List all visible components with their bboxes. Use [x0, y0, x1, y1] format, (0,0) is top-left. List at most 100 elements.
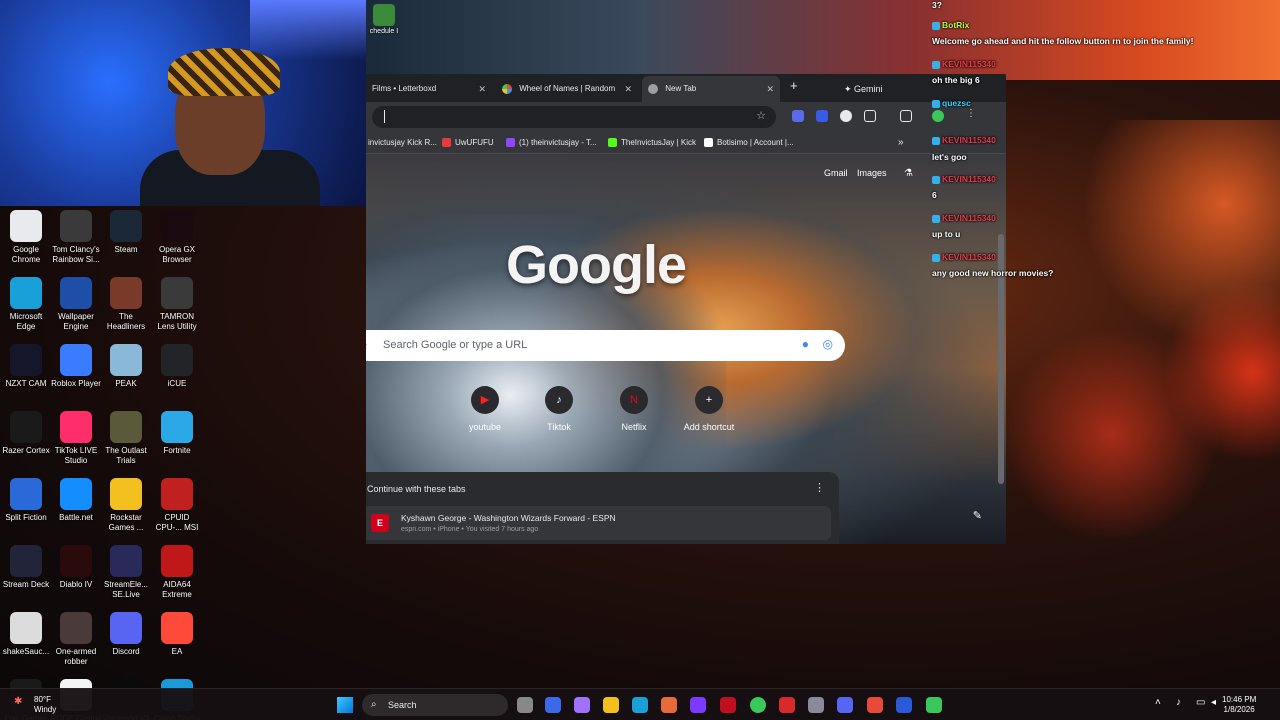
chrome-window[interactable]: Films • Letterboxd ✕ Wheel of Names | Ra…: [366, 74, 1006, 544]
edge-icon[interactable]: [632, 697, 648, 713]
voice-search-icon[interactable]: ●: [802, 337, 809, 351]
side-panel-icon[interactable]: [900, 110, 912, 122]
copilot-icon[interactable]: [574, 697, 590, 713]
gmail-link[interactable]: Gmail: [824, 168, 848, 178]
schedule-icon: [373, 4, 395, 26]
bookmarks-bar: invictusjay Kick R... UwUFUFU (1) theinv…: [366, 132, 1006, 154]
desktop-icon[interactable]: TikTok LIVE Studio: [50, 411, 102, 466]
discord-icon[interactable]: [837, 697, 853, 713]
shakesauce-icon: [10, 612, 42, 644]
chrome-icon[interactable]: [750, 697, 766, 713]
chat-username: quezsc: [932, 98, 971, 108]
desktop-icon[interactable]: Roblox Player: [50, 344, 102, 389]
desktop-icon-label: Roblox Player: [51, 379, 101, 388]
desktop-icon-label: Wallpaper Engine: [58, 312, 94, 331]
desktop-icon[interactable]: Microsoft Edge: [0, 277, 52, 332]
bookmark-botisimo[interactable]: Botisimo | Account |...: [704, 132, 794, 154]
close-tab-icon[interactable]: ✕: [478, 76, 486, 102]
desktop-icon[interactable]: One-armed robber: [50, 612, 102, 667]
extension-icon[interactable]: [792, 110, 804, 122]
bookmark-star-icon[interactable]: ☆: [756, 109, 766, 122]
extensions-puzzle-icon[interactable]: [864, 110, 876, 122]
desktop-icon[interactable]: TAMRON Lens Utility: [151, 277, 203, 332]
desktop-icon[interactable]: EA: [151, 612, 203, 657]
desktop-icon[interactable]: Opera GX Browser: [151, 210, 203, 265]
customize-pencil-icon[interactable]: ✎: [973, 509, 982, 522]
diablo-icon: [60, 545, 92, 577]
icue-icon: [161, 344, 193, 376]
gemini-button[interactable]: ✦ Gemini: [844, 80, 883, 98]
tab-wheel-of-names[interactable]: Wheel of Names | Random ✕: [496, 76, 638, 102]
desktop-icon-schedule[interactable]: chedule I: [366, 4, 402, 35]
word-icon[interactable]: [896, 697, 912, 713]
desktop-icon[interactable]: shakeSauc...: [0, 612, 52, 657]
chat-message: Welcome go ahead and hit the follow butt…: [932, 36, 1194, 46]
google-search-input[interactable]: ⌕ Search Google or type a URL ● ◎: [366, 330, 845, 361]
extension-icon[interactable]: [840, 110, 852, 122]
desktop-icon[interactable]: Razer Cortex: [0, 411, 52, 456]
youtube-icon: ▶: [471, 386, 499, 414]
add-shortcut-button[interactable]: + Add shortcut: [677, 386, 741, 432]
close-tab-icon[interactable]: ✕: [624, 76, 632, 102]
nzxt-icon[interactable]: [690, 697, 706, 713]
shortcut-tiktok[interactable]: ♪ Tiktok: [527, 386, 591, 432]
opera-gx-icon[interactable]: [720, 697, 736, 713]
taskbar-clock[interactable]: 10:46 PM 1/8/2026: [1222, 695, 1256, 715]
desktop-icon[interactable]: Discord: [100, 612, 152, 657]
settings-icon[interactable]: [808, 697, 824, 713]
camera-icon[interactable]: [661, 697, 677, 713]
desktop-icon[interactable]: Tom Clancy's Rainbow Si...: [50, 210, 102, 265]
netflix-icon: N: [620, 386, 648, 414]
desktop-icon[interactable]: Diablo IV: [50, 545, 102, 590]
desktop-icon[interactable]: Fortnite: [151, 411, 203, 456]
windows-start-icon[interactable]: [337, 697, 353, 713]
app-settings-icon[interactable]: [926, 697, 942, 713]
bookmark-twitch[interactable]: (1) theinvictusjay - T...: [506, 132, 597, 154]
task-view-icon[interactable]: [517, 697, 533, 713]
images-link[interactable]: Images: [857, 168, 887, 178]
microphone-icon[interactable]: ♪: [1176, 697, 1181, 708]
desktop-icon[interactable]: NZXT CAM: [0, 344, 52, 389]
store-icon[interactable]: [545, 697, 561, 713]
bookmark-kick-recent[interactable]: invictusjay Kick R...: [368, 132, 437, 154]
video-editor-icon[interactable]: [779, 697, 795, 713]
desktop-icon[interactable]: The Outlast Trials: [100, 411, 152, 466]
card-menu-icon[interactable]: ⋮: [814, 481, 825, 494]
tab-new-tab[interactable]: New Tab ✕: [642, 76, 780, 102]
labs-flask-icon[interactable]: ⚗: [904, 168, 913, 179]
continue-tab-item[interactable]: E Kyshawn George - Washington Wizards Fo…: [366, 506, 831, 540]
network-icon[interactable]: ▭: [1196, 697, 1205, 708]
desktop-icon[interactable]: StreamEle... SE.Live: [100, 545, 152, 600]
bookmark-kick[interactable]: TheInvictusJay | Kick: [608, 132, 696, 154]
desktop-icon[interactable]: The Headliners: [100, 277, 152, 332]
shortcut-netflix[interactable]: N Netflix: [602, 386, 666, 432]
desktop-icon[interactable]: iCUE: [151, 344, 203, 389]
desktop-icon[interactable]: Rockstar Games ...: [100, 478, 152, 533]
new-tab-button[interactable]: +: [790, 78, 798, 93]
desktop-icon[interactable]: Battle.net: [50, 478, 102, 523]
desktop-icon[interactable]: Google Chrome: [0, 210, 52, 265]
close-tab-icon[interactable]: ✕: [766, 76, 774, 102]
app-icon[interactable]: [867, 697, 883, 713]
volume-icon[interactable]: ◂: [1211, 697, 1216, 708]
desktop-icon[interactable]: AIDA64 Extreme: [151, 545, 203, 600]
desktop-icon[interactable]: Split Fiction: [0, 478, 52, 523]
tab-letterboxd[interactable]: Films • Letterboxd ✕: [366, 76, 492, 102]
chevron-up-icon[interactable]: ˄: [1155, 697, 1161, 708]
desktop-icon[interactable]: CPUID CPU-... MSI: [151, 478, 203, 533]
extension-icon[interactable]: [816, 110, 828, 122]
lens-icon[interactable]: ◎: [823, 337, 833, 351]
bookmarks-overflow-icon[interactable]: »: [898, 132, 904, 154]
bookmark-uwufufu[interactable]: UwUFUFU: [442, 132, 494, 154]
desktop-icon[interactable]: Stream Deck: [0, 545, 52, 590]
file-explorer-icon[interactable]: [603, 697, 619, 713]
desktop-icon[interactable]: PEAK: [100, 344, 152, 389]
desktop-icon[interactable]: Steam: [100, 210, 152, 255]
address-bar[interactable]: ☆: [372, 106, 776, 128]
desktop-icon[interactable]: Wallpaper Engine: [50, 277, 102, 332]
uwufufu-icon: [442, 138, 451, 148]
taskbar-search[interactable]: ⌕ Search: [362, 694, 508, 716]
shortcut-youtube[interactable]: ▶ youtube: [453, 386, 517, 432]
weather-widget[interactable]: ✱ 80°F Windy: [14, 695, 56, 715]
discord-icon: [110, 612, 142, 644]
